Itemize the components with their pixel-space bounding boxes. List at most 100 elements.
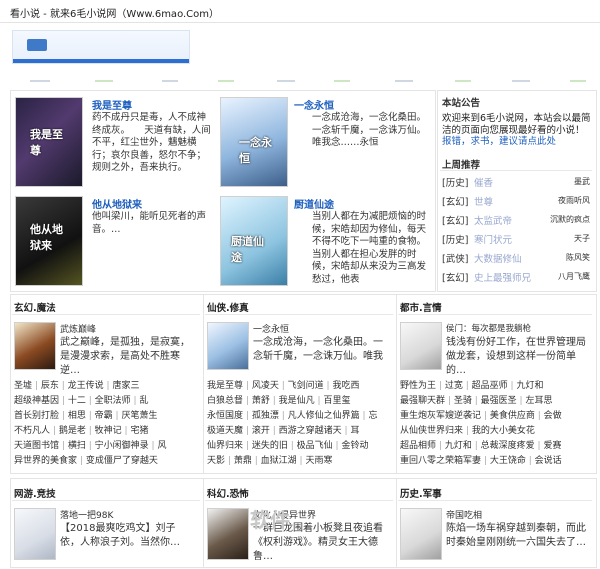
link[interactable]: 极品飞仙 [297, 441, 333, 451]
book-cover-cdxt[interactable]: 厨道仙途 [220, 196, 288, 286]
link[interactable]: 孤独漂 [252, 411, 279, 421]
link[interactable]: 鹅是老 [59, 426, 86, 436]
link[interactable]: 宁小闲御神录 [95, 441, 149, 451]
rec-item[interactable]: [玄幻] 太监武帝 沉默的疯点 [442, 209, 594, 228]
link[interactable]: 我的大小美女花 [472, 426, 535, 436]
link[interactable]: 飞剑问道 [288, 381, 324, 391]
link[interactable]: 萧舒 [252, 396, 270, 406]
book-cover-wszz[interactable]: 我是至尊 [15, 97, 83, 187]
link[interactable]: 十二 [68, 396, 86, 406]
notice-links[interactable]: 报错，求书，建议请点此处 [442, 136, 556, 147]
rec-item[interactable]: [玄幻] 世尊 夜雨听风 [442, 190, 594, 209]
link[interactable]: 迷失的旧 [252, 441, 288, 451]
link[interactable]: 天雨寒 [305, 456, 332, 466]
link[interactable]: 美食供应商 [490, 411, 535, 421]
link[interactable]: 九灯和 [516, 381, 543, 391]
link[interactable]: 忘 [368, 411, 377, 421]
link[interactable]: 白狼总督 [207, 396, 243, 406]
link[interactable]: 总裁深度疼爱 [481, 441, 535, 451]
link[interactable]: 会做 [544, 411, 562, 421]
link[interactable]: 重生炮灰军嫂逆袭记 [400, 411, 481, 421]
link[interactable]: 野性为王 [400, 381, 436, 391]
section-header-xianxia[interactable]: 仙侠.修真 [207, 300, 249, 314]
link[interactable]: 耳 [350, 426, 359, 436]
rec-name[interactable]: 史上最强师兄 [474, 270, 531, 284]
rec-name[interactable]: 大数据修仙 [474, 251, 522, 265]
book-cover-tcdyl[interactable]: 他从地狱来 [15, 196, 83, 286]
book-cover-ldyb[interactable] [14, 508, 56, 560]
section-header-wangyou[interactable]: 网游.竞技 [14, 486, 56, 500]
link[interactable]: 风 [157, 441, 166, 451]
link[interactable]: 超品巫师 [472, 381, 508, 391]
section-header-xuanhuan[interactable]: 玄幻.魔法 [14, 300, 56, 314]
link[interactable]: 乱 [139, 396, 148, 406]
section-header-kehuan[interactable]: 科幻.恐怖 [207, 486, 249, 500]
link[interactable]: 最强医圣 [481, 396, 517, 406]
link[interactable]: 左耳思 [525, 396, 552, 406]
link[interactable]: 九灯和 [445, 441, 472, 451]
link[interactable]: 最强聊天群 [400, 396, 445, 406]
link[interactable]: 极道天魔 [207, 426, 243, 436]
book-title-tcdyl[interactable]: 他从地狱来 [92, 196, 142, 211]
link[interactable]: 西游之穿越诸天 [279, 426, 342, 436]
book-title-ynyh-2[interactable]: 一念永恒 [253, 322, 289, 335]
link[interactable]: 不朽凡人 [14, 426, 50, 436]
book-cover-hm[interactable] [400, 322, 442, 370]
link[interactable]: 从仙侠世界归来 [400, 426, 463, 436]
link[interactable]: 金铃动 [341, 441, 368, 451]
link[interactable]: 血狱江湖 [261, 456, 297, 466]
rec-item[interactable]: [历史] 催香 墨武 [442, 171, 594, 190]
book-cover-whqr[interactable] [207, 508, 249, 560]
link[interactable]: 我吃西 [332, 381, 359, 391]
link[interactable]: 我是至尊 [207, 381, 243, 391]
link[interactable]: 相思 [68, 411, 86, 421]
book-cover-ynyh[interactable]: 一念永恒 [220, 97, 288, 187]
book-title-hm[interactable]: 侯门：每次都是我躺枪 [446, 322, 531, 334]
rec-name[interactable]: 世尊 [474, 194, 493, 208]
book-cover-dgcx[interactable] [400, 508, 442, 560]
link[interactable]: 龙王传说 [68, 381, 104, 391]
rec-name[interactable]: 寒门状元 [474, 232, 512, 246]
link[interactable]: 永恒国度 [207, 411, 243, 421]
book-cover-wldf[interactable] [14, 322, 56, 370]
rec-item[interactable]: [历史] 寒门状元 天子 [442, 228, 594, 247]
book-title-wszz[interactable]: 我是至尊 [92, 97, 132, 112]
rec-item[interactable]: [武侠] 大数据修仙 陈风笑 [442, 247, 594, 266]
link[interactable]: 全职法师 [95, 396, 131, 406]
book-title-wldf[interactable]: 武炼巅峰 [60, 322, 96, 335]
book-title-dgcx[interactable]: 帝国吃相 [446, 508, 482, 521]
rec-item[interactable]: [玄幻] 史上最强师兄 八月飞鹰 [442, 266, 594, 285]
link[interactable]: 超品相师 [400, 441, 436, 451]
link[interactable]: 牧神记 [95, 426, 122, 436]
link[interactable]: 帝霸 [95, 411, 113, 421]
link[interactable]: 滚开 [252, 426, 270, 436]
book-title-ynyh[interactable]: 一念永恒 [294, 97, 334, 112]
link[interactable]: 百里玺 [323, 396, 350, 406]
link[interactable]: 唐家三 [112, 381, 139, 391]
link[interactable]: 我是仙凡 [279, 396, 315, 406]
link[interactable]: 重回八零之荣箱军妻 [400, 456, 481, 466]
link[interactable]: 爱赛 [543, 441, 561, 451]
link[interactable]: 宅猪 [130, 426, 148, 436]
rec-name[interactable]: 太监武帝 [474, 213, 512, 227]
link[interactable]: 会说话 [535, 456, 562, 466]
section-header-dushi[interactable]: 都市.言情 [400, 300, 442, 314]
link[interactable]: 辰东 [41, 381, 59, 391]
site-title[interactable]: 看小说 - 就来6毛小说网（Www.6mao.Com） [10, 5, 219, 20]
section-header-lishi[interactable]: 历史.军事 [400, 486, 442, 500]
link[interactable]: 凡人修仙之仙界篇 [288, 411, 360, 421]
link[interactable]: 横扫 [68, 441, 86, 451]
link[interactable]: 异世界的美食家 [14, 456, 77, 466]
link[interactable]: 变成僵尸了穿越天 [86, 456, 158, 466]
book-title-ldyb[interactable]: 落地一把98K [60, 508, 113, 521]
link[interactable]: 天影 [207, 456, 225, 466]
link[interactable]: 天道图书馆 [14, 441, 59, 451]
link[interactable]: 仙界归来 [207, 441, 243, 451]
link[interactable]: 萧鼎 [234, 456, 252, 466]
book-title-cdxt[interactable]: 厨道仙途 [294, 196, 334, 211]
site-logo[interactable] [12, 30, 190, 64]
link[interactable]: 首长别打脸 [14, 411, 59, 421]
book-cover-ynyh-2[interactable] [207, 322, 249, 370]
link[interactable]: 大王饶命 [490, 456, 526, 466]
link[interactable]: 过宽 [445, 381, 463, 391]
